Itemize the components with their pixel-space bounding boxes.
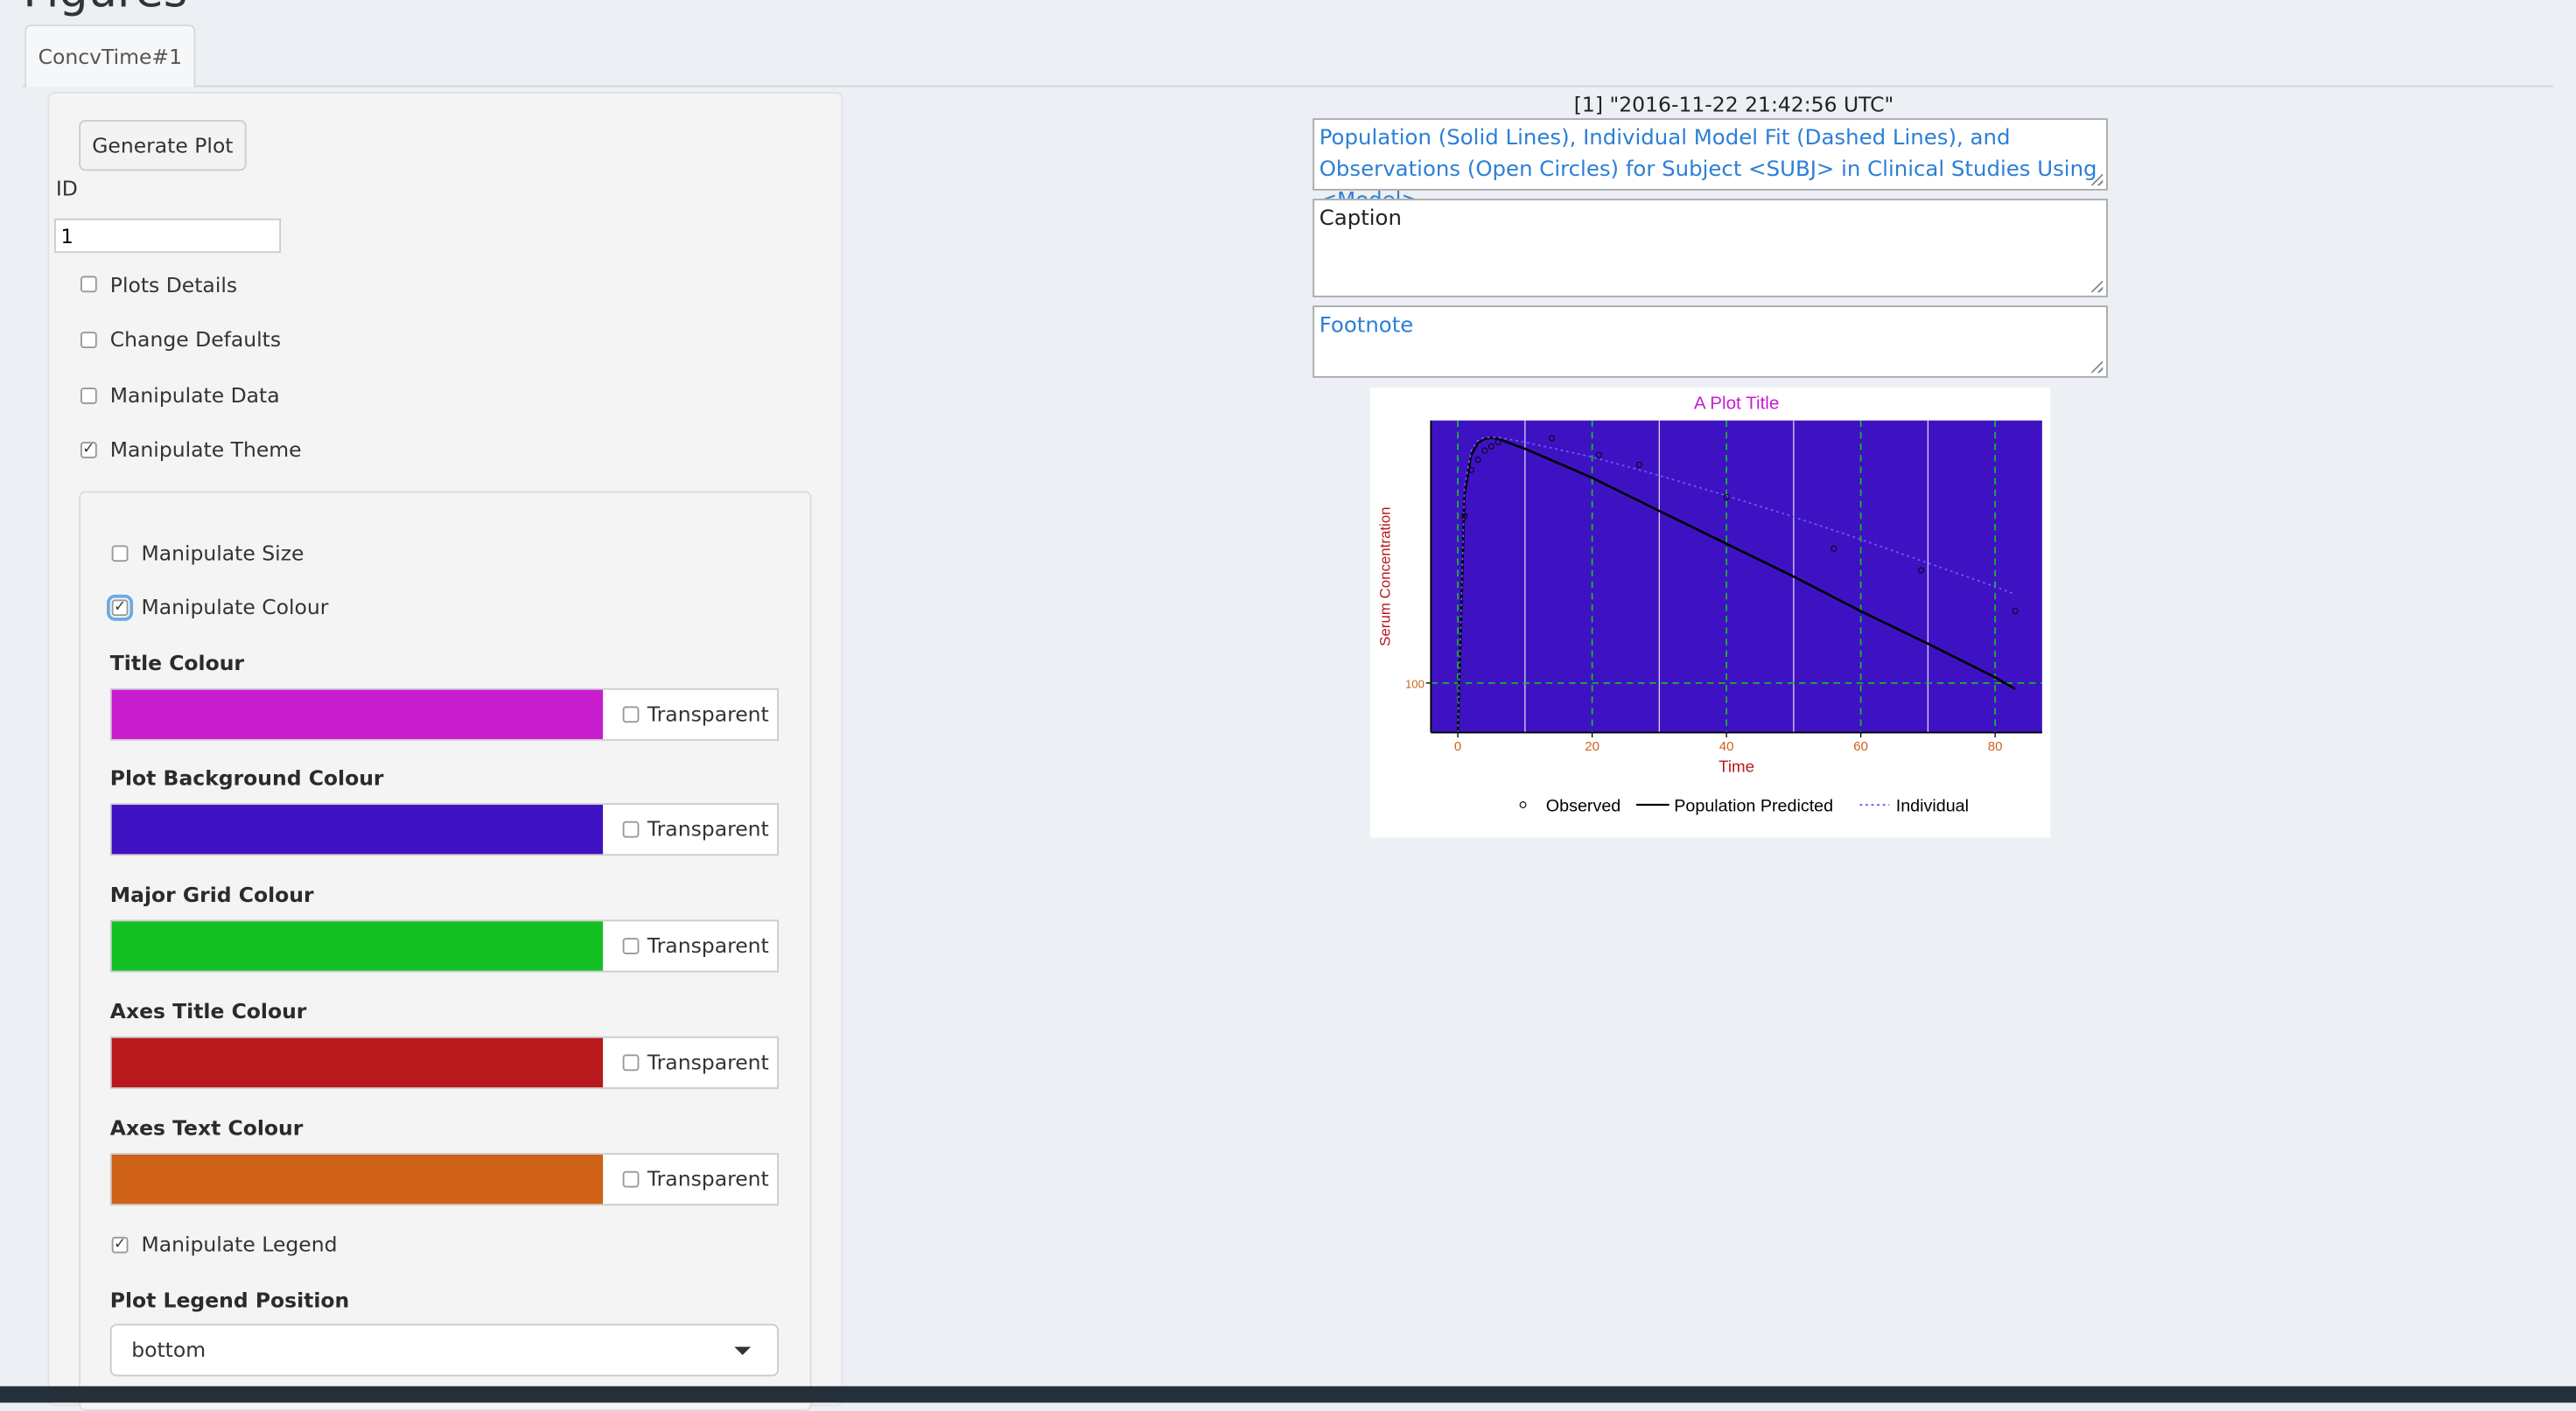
x-tick-label: 80 xyxy=(1988,739,2003,754)
footnote-text: Footnote xyxy=(1319,313,1414,339)
footnote-textarea[interactable]: Footnote xyxy=(1312,305,2108,378)
resize-handle-icon[interactable] xyxy=(2091,281,2104,293)
x-tick-label: 20 xyxy=(1585,739,1600,754)
resize-handle-icon[interactable] xyxy=(2091,361,2104,374)
axes-title-colour-label: Axes Title Colour xyxy=(109,998,307,1023)
manipulate-data-checkbox[interactable] xyxy=(80,388,97,404)
x-tick-label: 40 xyxy=(1719,739,1734,754)
major-grid-colour-swatch[interactable] xyxy=(111,921,604,971)
axes-text-colour-label: Axes Text Colour xyxy=(109,1114,304,1141)
legend-position-select[interactable]: bottom xyxy=(109,1324,779,1377)
transparent-label: Transparent xyxy=(647,816,769,842)
transparent-label: Transparent xyxy=(647,701,769,726)
transparent-label: Transparent xyxy=(647,1049,769,1074)
legend-observed-symbol xyxy=(1519,801,1527,808)
x-tick-label: 0 xyxy=(1454,739,1461,754)
axes-text-colour-picker[interactable]: Transparent xyxy=(109,1153,779,1206)
axes-title-transparent-checkbox[interactable] xyxy=(622,1054,640,1072)
change-defaults-label: Change Defaults xyxy=(109,326,282,352)
plot-output: A Plot Title 0 20 40 60 80 100 Time Serum Con… xyxy=(1369,388,2051,838)
plot-background-colour-picker[interactable]: Transparent xyxy=(109,803,779,856)
change-defaults-checkbox[interactable] xyxy=(80,332,97,349)
resize-handle-icon[interactable] xyxy=(2091,174,2104,186)
manipulate-colour-label: Manipulate Colour xyxy=(141,594,329,619)
tab-concvtime-1[interactable]: ConcvTime#1 xyxy=(24,24,196,87)
legend-position-label: Plot Legend Position xyxy=(109,1288,350,1313)
x-axis-title: Time xyxy=(1718,757,1754,775)
concentration-time-chart: A Plot Title 0 20 40 60 80 100 Time Serum Con… xyxy=(1376,394,2042,816)
footer-bar xyxy=(0,1386,2576,1403)
axes-title-colour-swatch[interactable] xyxy=(111,1037,604,1087)
tab-strip xyxy=(23,85,2553,87)
title-colour-swatch[interactable] xyxy=(111,689,604,739)
manipulate-size-checkbox[interactable] xyxy=(111,545,129,562)
axes-text-transparent-checkbox[interactable] xyxy=(622,1170,640,1188)
manipulate-theme-label: Manipulate Theme xyxy=(109,437,302,462)
plot-title-textarea[interactable]: Population (Solid Lines), Individual Mod… xyxy=(1312,118,2108,213)
plot-background xyxy=(1431,420,2042,733)
timestamp-output: [1] "2016-11-22 21:42:56 UTC" xyxy=(1573,92,1894,117)
title-colour-transparent-checkbox[interactable] xyxy=(622,706,640,723)
plots-details-checkbox[interactable] xyxy=(80,276,97,293)
transparent-label: Transparent xyxy=(647,933,769,958)
axes-title-colour-picker[interactable]: Transparent xyxy=(109,1036,779,1089)
manipulate-legend-checkbox[interactable]: ✓ xyxy=(111,1236,129,1254)
axes-text-colour-swatch[interactable] xyxy=(111,1154,604,1205)
y-tick-label: 100 xyxy=(1405,677,1424,690)
plot-background-colour-swatch[interactable] xyxy=(111,805,604,855)
caption-text: Caption xyxy=(1319,206,1402,232)
y-axis-title: Serum Concentration xyxy=(1376,506,1393,646)
legend-position-value: bottom xyxy=(131,1337,206,1362)
major-grid-colour-picker[interactable]: Transparent xyxy=(109,919,779,973)
manipulate-colour-checkbox[interactable]: ✓ xyxy=(107,594,134,621)
page-title: Figures xyxy=(23,0,187,18)
manipulate-size-label: Manipulate Size xyxy=(141,540,304,565)
major-grid-colour-label: Major Grid Colour xyxy=(109,882,314,907)
plots-details-label: Plots Details xyxy=(109,272,238,297)
app-root: Figures ConcvTime#1 Generate Plot ID Plo… xyxy=(0,0,2576,1411)
generate-plot-button[interactable]: Generate Plot xyxy=(79,120,247,171)
transparent-label: Transparent xyxy=(647,1166,769,1191)
title-colour-picker[interactable]: Transparent xyxy=(109,688,779,741)
plot-background-colour-label: Plot Background Colour xyxy=(109,765,384,791)
id-label: ID xyxy=(55,175,78,201)
id-input[interactable] xyxy=(53,218,282,254)
manipulate-legend-label: Manipulate Legend xyxy=(141,1232,338,1257)
legend-observed-label: Observed xyxy=(1546,797,1620,816)
chart-legend: Observed Population Predicted Individual xyxy=(1519,797,1969,816)
plot-background-transparent-checkbox[interactable] xyxy=(622,821,640,838)
manipulate-data-label: Manipulate Data xyxy=(109,382,280,408)
title-colour-label: Title Colour xyxy=(109,650,245,675)
caption-textarea[interactable]: Caption xyxy=(1312,199,2108,297)
x-tick-label: 60 xyxy=(1853,739,1868,754)
chart-title: A Plot Title xyxy=(1694,394,1780,414)
chevron-down-icon xyxy=(734,1346,752,1356)
major-grid-transparent-checkbox[interactable] xyxy=(622,938,640,954)
legend-individual-label: Individual xyxy=(1896,797,1969,816)
legend-population-label: Population Predicted xyxy=(1674,797,1833,816)
manipulate-theme-checkbox[interactable]: ✓ xyxy=(80,442,97,458)
